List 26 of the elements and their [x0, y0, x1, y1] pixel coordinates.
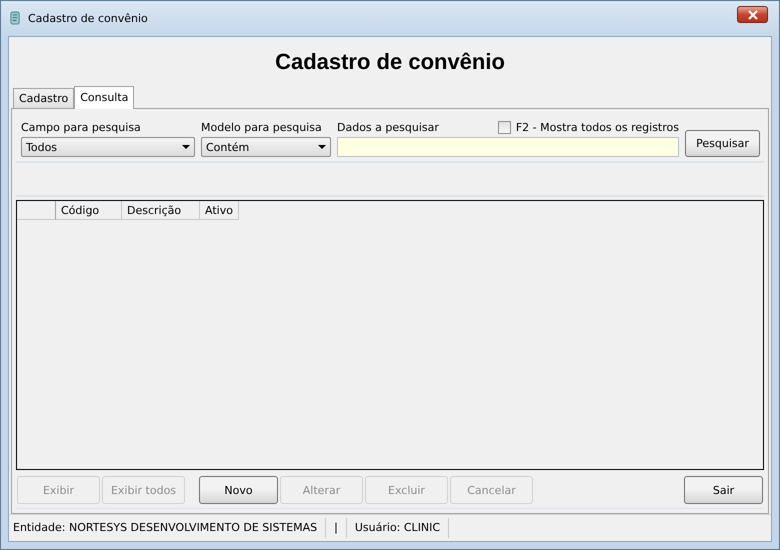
status-text: Entidade: NORTESYS DESENVOLVIMENTO DE SISTEMAS — [13, 518, 326, 538]
close-icon — [748, 10, 758, 20]
search-input[interactable] — [337, 137, 679, 157]
document-icon — [9, 11, 22, 26]
exit-button[interactable]: Sair — [684, 476, 763, 504]
status-text: | — [334, 518, 347, 538]
action-button[interactable]: Novo — [199, 476, 278, 504]
column-header[interactable]: Ativo — [200, 201, 239, 220]
search-button[interactable]: Pesquisar — [685, 130, 760, 157]
dropdown[interactable]: Todos — [21, 137, 195, 157]
tab[interactable]: Cadastro — [13, 88, 74, 108]
window-title: Cadastro de convênio — [28, 12, 148, 25]
status-text: Usuário: CLINIC — [354, 518, 450, 538]
field-label: Modelo para pesquisa — [201, 121, 323, 134]
column-header[interactable]: Descrição — [122, 201, 200, 220]
checkbox[interactable] — [498, 121, 511, 134]
tab[interactable]: Consulta — [74, 86, 134, 109]
column-header[interactable]: Código — [56, 201, 122, 220]
checkbox-label: F2 - Mostra todos os registros — [516, 121, 679, 134]
dropdown[interactable]: Contém — [201, 137, 331, 157]
field-label: Dados a pesquisar — [337, 121, 439, 134]
caret-icon — [318, 145, 326, 149]
caret-icon — [182, 145, 190, 149]
page-heading: Cadastro de convênio — [274, 48, 506, 76]
close-button[interactable] — [737, 6, 768, 23]
field-label: Campo para pesquisa — [21, 121, 142, 134]
